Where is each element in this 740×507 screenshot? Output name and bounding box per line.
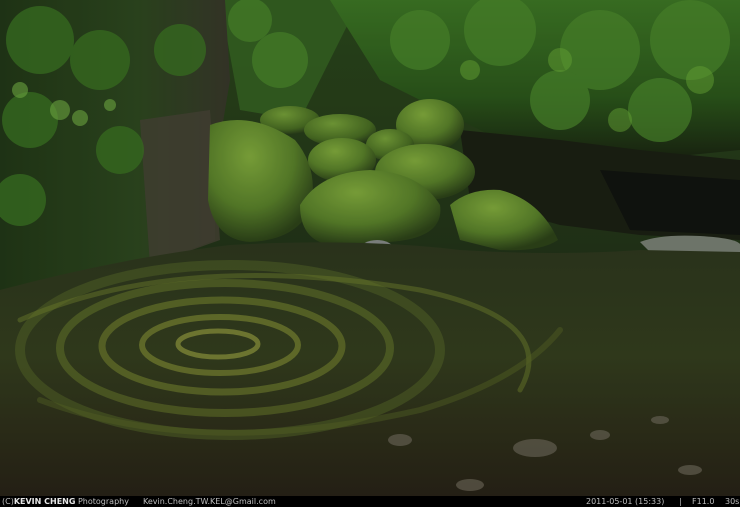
author-name: KEVIN CHENG bbox=[13, 497, 76, 506]
photo-credit-bar: (C)KEVIN CHENG Photography Kevin.Cheng.T… bbox=[0, 496, 740, 507]
author-suffix: Photography bbox=[75, 497, 129, 506]
copyright-symbol: (C) bbox=[2, 497, 14, 506]
shutter-speed: 30s bbox=[725, 497, 740, 506]
capture-datetime: 2011-05-01 (15:33) bbox=[586, 497, 665, 506]
nature-photo bbox=[0, 0, 740, 496]
author-email: Kevin.Cheng.TW.KEL@Gmail.com bbox=[143, 497, 276, 506]
copyright-credit: (C)KEVIN CHENG Photography bbox=[2, 496, 129, 507]
separator: | bbox=[679, 497, 682, 506]
aperture-value: F11.0 bbox=[692, 497, 715, 506]
